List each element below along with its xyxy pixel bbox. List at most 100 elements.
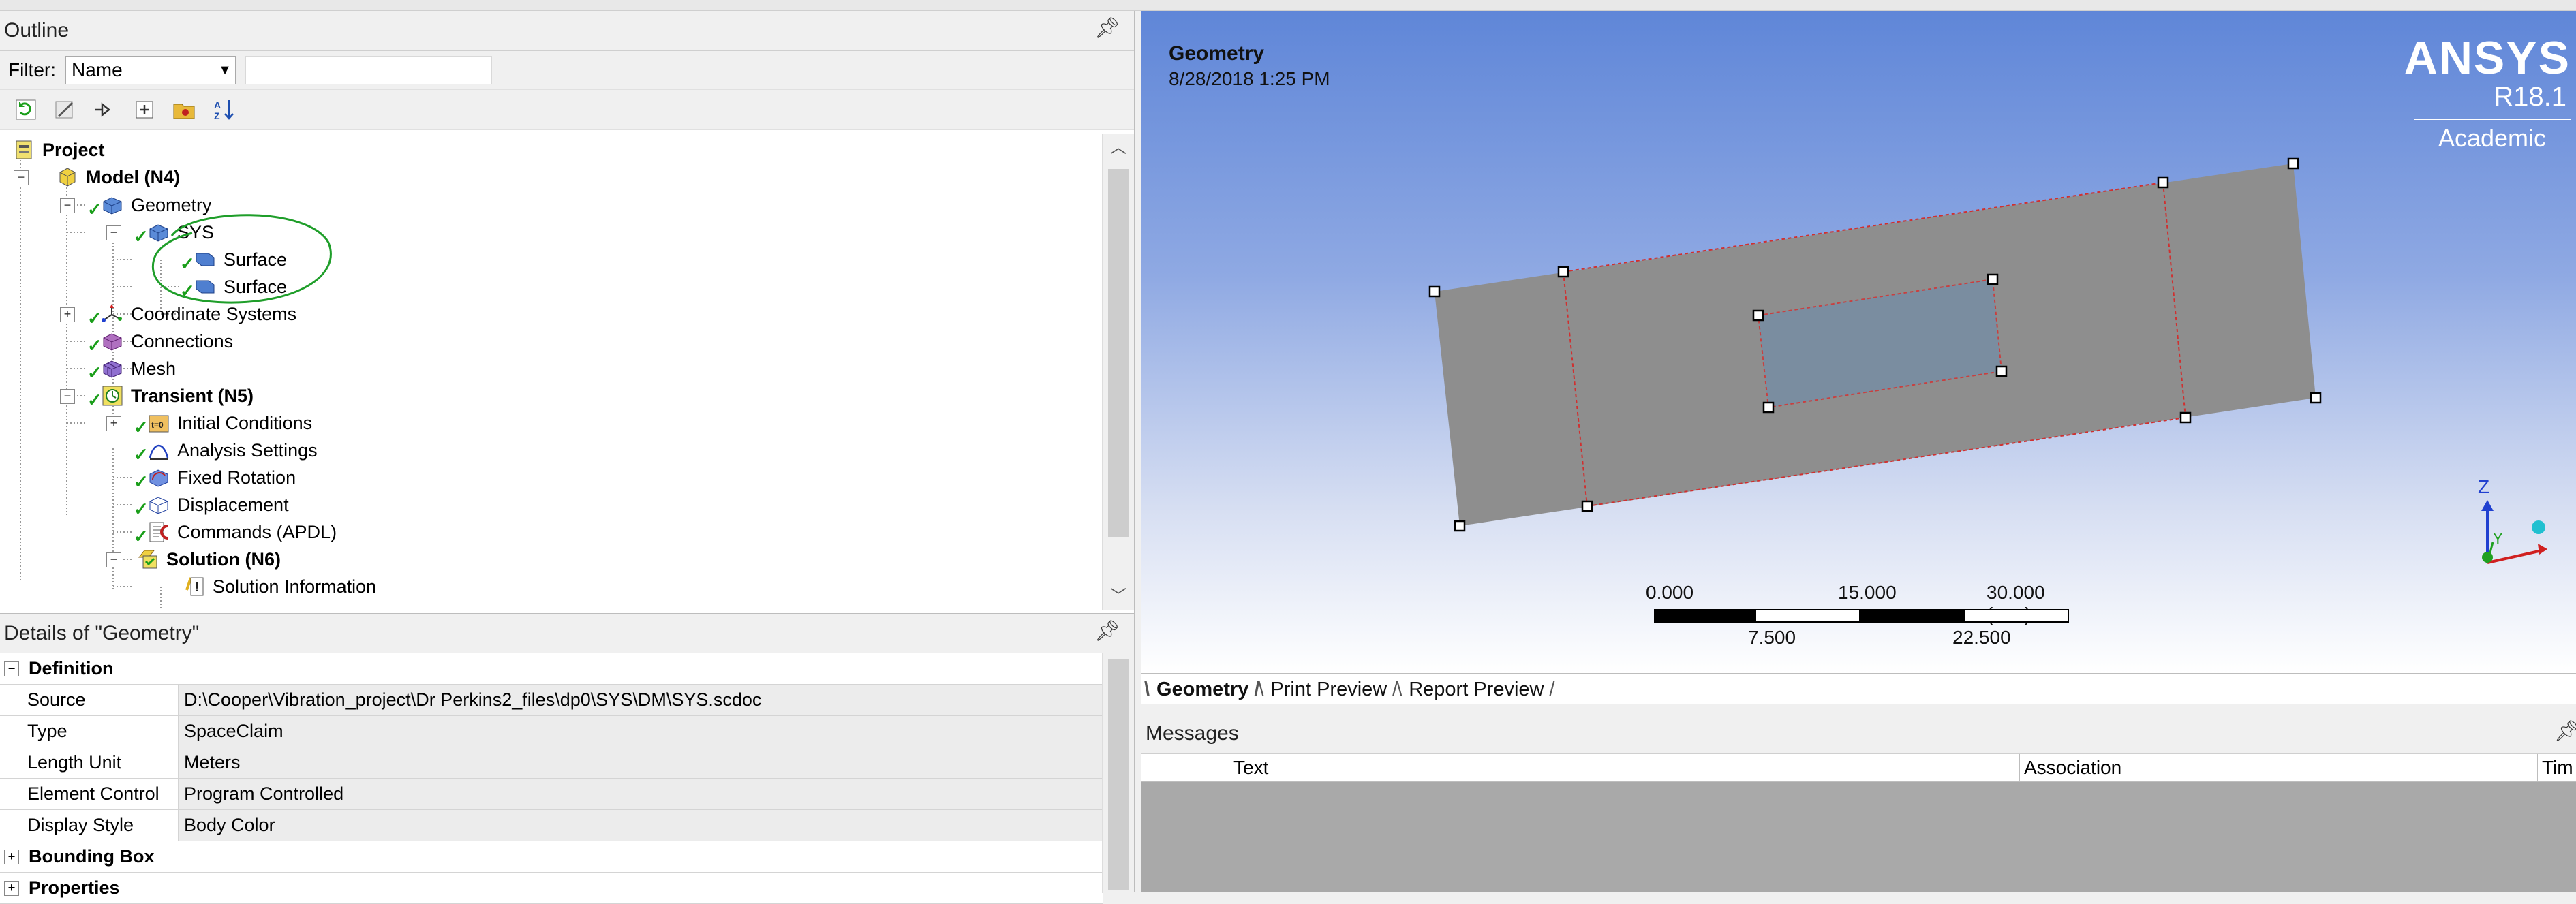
coordinate-systems-icon xyxy=(102,304,122,322)
tree-label: Mesh xyxy=(131,358,177,379)
check-icon: ✓ xyxy=(87,199,102,219)
outline-scrollbar[interactable]: ︿ ﹀ xyxy=(1102,134,1134,610)
tree-item-connections[interactable]: Connections xyxy=(101,328,233,355)
expand-icon[interactable]: + xyxy=(106,416,121,431)
scale-label-0: 0.000 xyxy=(1646,582,1694,603)
check-icon: ✓ xyxy=(134,526,149,546)
details-row-display-style[interactable]: Display Style Body Color xyxy=(0,810,1103,841)
details-row-source[interactable]: Source D:\Cooper\Vibration_project\Dr Pe… xyxy=(0,685,1103,716)
clear-filter-icon[interactable] xyxy=(52,96,79,123)
axis-label-z: Z xyxy=(2478,476,2489,497)
check-icon: ✓ xyxy=(134,417,149,437)
details-value: Body Color xyxy=(179,810,1103,841)
tree-item-model[interactable]: Model (N4) xyxy=(56,163,180,191)
connections-icon xyxy=(103,333,122,351)
check-icon: ✓ xyxy=(134,471,149,492)
svg-text:A: A xyxy=(214,99,221,110)
expand-icon[interactable]: + xyxy=(4,849,19,864)
tree-item-transient[interactable]: Transient (N5) xyxy=(101,382,254,409)
details-row-length-unit[interactable]: Length Unit Meters xyxy=(0,747,1103,779)
folder-icon[interactable] xyxy=(170,96,198,123)
outline-toolbar: AZ xyxy=(0,90,1134,130)
geometry-model[interactable] xyxy=(1141,11,2576,673)
collapse-icon[interactable]: − xyxy=(106,225,121,240)
expand-icon[interactable]: + xyxy=(4,880,19,896)
scale-label-15: 15.000 xyxy=(1838,582,1897,603)
tree-item-mesh[interactable]: Mesh xyxy=(101,355,176,382)
model-icon xyxy=(59,168,76,187)
initial-conditions-icon: t=0 xyxy=(149,415,169,433)
scrollbar-thumb[interactable] xyxy=(1108,169,1129,537)
tree-label: Model (N4) xyxy=(86,166,180,187)
expand-icon[interactable]: + xyxy=(60,307,75,322)
refresh-icon[interactable] xyxy=(12,96,40,123)
collapse-icon[interactable]: − xyxy=(106,552,121,567)
chevron-up-icon[interactable]: ︿ xyxy=(1103,134,1134,157)
tree-item-fixed-rotation[interactable]: Fixed Rotation xyxy=(147,464,296,491)
details-key: Type xyxy=(0,716,179,747)
details-row-element-control[interactable]: Element Control Program Controlled xyxy=(0,779,1103,810)
tree-item-initial-conditions[interactable]: t=0 Initial Conditions xyxy=(147,409,312,437)
tree-label: Displacement xyxy=(177,494,289,515)
tab-geometry[interactable]: Geometry xyxy=(1144,679,1260,704)
transient-analysis-icon xyxy=(102,386,123,406)
scale-bar: 0.000 15.000 30.000 (mm) 7.500 22.500 xyxy=(1646,582,2089,664)
expand-all-icon[interactable] xyxy=(131,96,158,123)
details-value: Meters xyxy=(179,747,1103,778)
details-value: Program Controlled xyxy=(179,779,1103,809)
messages-col-time[interactable]: Tim xyxy=(2537,754,2576,781)
details-panel: Details of "Geometry" 📌︎ − Definition So… xyxy=(0,613,1135,904)
messages-col-association[interactable]: Association xyxy=(2019,754,2537,781)
tree-item-solution-information[interactable]: ! Solution Information xyxy=(183,573,376,600)
filter-combo[interactable]: Name ▼ xyxy=(65,56,236,84)
messages-col-text[interactable]: Text xyxy=(1229,754,2019,781)
viewport-tabs: Geometry Print Preview Report Preview xyxy=(1141,673,2576,704)
collapse-icon[interactable]: − xyxy=(60,198,75,213)
details-scrollbar[interactable] xyxy=(1102,653,1134,893)
scale-segment xyxy=(1654,609,1756,623)
collapse-icon[interactable]: − xyxy=(60,389,75,404)
fixed-rotation-icon xyxy=(149,469,168,487)
tree-item-project[interactable]: Project xyxy=(12,136,105,163)
pin-icon[interactable]: 📌︎ xyxy=(2554,719,2576,743)
details-group-bounding-box[interactable]: + Bounding Box xyxy=(0,841,1103,873)
details-key: Element Control xyxy=(0,779,179,809)
solution-icon xyxy=(138,550,157,569)
tree-item-commands-apdl[interactable]: Commands (APDL) xyxy=(147,518,337,546)
sort-az-icon[interactable]: AZ xyxy=(210,96,237,123)
tree-filter-icon[interactable] xyxy=(91,96,119,123)
chevron-down-icon[interactable]: ﹀ xyxy=(1103,582,1134,606)
tree-label: Fixed Rotation xyxy=(177,467,296,488)
chevron-down-icon: ▼ xyxy=(218,62,232,78)
graphics-viewport[interactable]: Geometry 8/28/2018 1:25 PM ANSYS R18.1 A… xyxy=(1141,11,2576,673)
outline-title: Outline xyxy=(4,19,70,42)
details-row-type[interactable]: Type SpaceClaim xyxy=(0,716,1103,747)
collapse-icon[interactable]: − xyxy=(14,170,29,185)
tree-item-coordinate-systems[interactable]: Coordinate Systems xyxy=(101,300,296,328)
scale-segment xyxy=(1963,609,2069,623)
filter-search-input[interactable] xyxy=(245,56,492,84)
details-group-definition[interactable]: − Definition xyxy=(0,653,1103,685)
coordinate-triad[interactable]: Z Y xyxy=(2460,461,2569,597)
svg-text:!: ! xyxy=(195,580,199,594)
scrollbar-thumb[interactable] xyxy=(1108,659,1129,890)
messages-panel: Messages 📌︎ Text Association Tim xyxy=(1141,714,2576,892)
messages-title: Messages xyxy=(1146,722,1239,745)
tab-report-preview[interactable]: Report Preview xyxy=(1396,679,1555,704)
tab-print-preview[interactable]: Print Preview xyxy=(1258,679,1398,704)
tree-item-analysis-settings[interactable]: Analysis Settings xyxy=(147,437,318,464)
pin-icon[interactable]: 📌︎ xyxy=(1094,619,1120,643)
messages-header: Messages 📌︎ xyxy=(1141,714,2576,754)
details-group-properties[interactable]: + Properties xyxy=(0,873,1103,904)
pin-icon[interactable]: 📌︎ xyxy=(1094,16,1120,40)
filter-row: Filter: Name ▼ xyxy=(0,51,1134,90)
tree-item-solution[interactable]: Solution (N6) xyxy=(136,546,281,573)
tree-label: Solution (N6) xyxy=(166,548,281,570)
svg-text:Z: Z xyxy=(214,110,220,121)
tree-item-displacement[interactable]: Displacement xyxy=(147,491,289,518)
collapse-icon[interactable]: − xyxy=(4,661,19,676)
check-icon: ✓ xyxy=(134,444,149,465)
details-key: Source xyxy=(0,685,179,715)
group-label: Properties xyxy=(29,877,120,898)
solution-information-icon: ! xyxy=(185,577,204,596)
